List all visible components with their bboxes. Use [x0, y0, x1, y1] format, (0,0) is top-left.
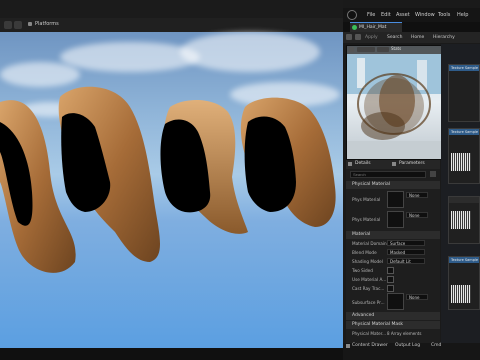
node-title-bar: [449, 197, 479, 203]
tab-parameters[interactable]: Parameters: [399, 161, 425, 166]
hair-meshes: [0, 86, 336, 273]
material-preview[interactable]: Stats: [346, 45, 442, 160]
texture-sample-node-2[interactable]: Texture Sample: [448, 128, 480, 184]
subsurface-value[interactable]: None: [406, 294, 428, 300]
menu-file[interactable]: File: [367, 12, 375, 18]
phys-material-thumbnail[interactable]: [387, 191, 404, 208]
menu-tools[interactable]: Tools: [438, 12, 450, 18]
subsurface-label: Subsurface Pr...: [352, 300, 385, 305]
platform-icon: [28, 22, 32, 26]
node-title: Texture Sample: [449, 65, 479, 71]
section-physical-material-mask[interactable]: Physical Material Mask: [346, 321, 440, 329]
apply-button[interactable]: Apply: [365, 35, 378, 40]
search-button[interactable]: Search: [387, 35, 402, 40]
details-search-input[interactable]: [350, 171, 426, 178]
node-title: Texture Sample: [449, 257, 479, 263]
preview-sphere: [347, 54, 441, 159]
subsurface-thumbnail[interactable]: [387, 293, 404, 310]
use-material-a-label: Use Material A...: [352, 277, 387, 282]
shading-model-label: Shading Model: [352, 259, 383, 264]
menu-icon[interactable]: [4, 21, 12, 29]
browse-icon[interactable]: [355, 34, 361, 40]
two-sided-label: Two Sided: [352, 268, 373, 273]
cast-ray-traced-checkbox[interactable]: [387, 285, 394, 292]
phys-material-label: Phys Material: [352, 197, 381, 202]
texture-sample-node-1[interactable]: Texture Sample: [448, 64, 480, 122]
section-material[interactable]: Material: [346, 231, 440, 239]
menu-edit[interactable]: Edit: [381, 12, 391, 18]
physical-mater-array: 8 Array elements: [387, 331, 422, 336]
phys-material-value[interactable]: None: [406, 192, 428, 198]
hair-mesh-3: [160, 100, 248, 234]
perspective-icon[interactable]: [14, 21, 22, 29]
viewport-bottom-bar: [0, 348, 343, 360]
viewport-scene: [0, 32, 343, 348]
unreal-logo-icon: [347, 10, 357, 20]
menu-asset[interactable]: Asset: [396, 12, 410, 18]
texture-thumbnail: [451, 153, 471, 171]
save-icon[interactable]: [346, 34, 352, 40]
hierarchy-button[interactable]: Hierarchy: [433, 35, 455, 40]
hair-mesh-2: [58, 86, 160, 262]
viewport-toolbar: Platforms: [0, 18, 343, 32]
blend-mode-select[interactable]: Masked: [387, 249, 425, 255]
section-advanced[interactable]: Advanced: [346, 312, 440, 320]
status-bar: Content Drawer Output Log Cmd: [343, 343, 480, 360]
parameters-icon: [392, 162, 396, 166]
cmd-button[interactable]: Cmd: [431, 343, 441, 348]
material-domain-label: Material Domain: [352, 241, 387, 246]
physical-mater-label: Physical Mater...: [352, 331, 387, 336]
two-sided-checkbox[interactable]: [387, 267, 394, 274]
details-header: Details Parameters: [346, 160, 440, 169]
settings-icon[interactable]: [430, 171, 436, 177]
menu-window[interactable]: Window: [415, 12, 435, 18]
texture-thumbnail: [451, 285, 471, 303]
tab-title: MI_Hair_Mat: [359, 25, 387, 30]
content-drawer-button[interactable]: Content Drawer: [352, 343, 388, 348]
cast-ray-traced-label: Cast Ray Trac...: [352, 286, 385, 291]
content-drawer-icon: [346, 344, 350, 348]
texture-sample-node-4[interactable]: Texture Sample: [448, 256, 480, 310]
phys-material-1-label: Phys Material: [352, 217, 381, 222]
hair-mesh-4: [240, 97, 336, 227]
texture-thumbnail: [451, 211, 471, 229]
home-button[interactable]: Home: [411, 35, 424, 40]
platforms-dropdown[interactable]: Platforms: [35, 21, 59, 27]
phys-material-1-thumbnail[interactable]: [387, 211, 404, 228]
texture-sample-node-3[interactable]: [448, 196, 480, 244]
phys-material-1-value[interactable]: None: [406, 212, 428, 218]
material-icon: [352, 25, 357, 30]
use-material-a-checkbox[interactable]: [387, 276, 394, 283]
tab-details[interactable]: Details: [355, 161, 371, 166]
menu-help[interactable]: Help: [457, 12, 468, 18]
blend-mode-label: Blend Mode: [352, 250, 377, 255]
section-physical-material[interactable]: Physical Material: [346, 181, 440, 189]
output-log-button[interactable]: Output Log: [395, 343, 420, 348]
material-domain-select[interactable]: Surface: [387, 240, 425, 246]
details-icon: [348, 162, 352, 166]
details-panel: Physical Material Phys Material None Phy…: [346, 169, 440, 343]
node-title: Texture Sample: [449, 129, 479, 135]
shading-model-select[interactable]: Default Lit: [387, 258, 425, 264]
editor-toolbar: Apply Search Home Hierarchy: [343, 32, 480, 43]
